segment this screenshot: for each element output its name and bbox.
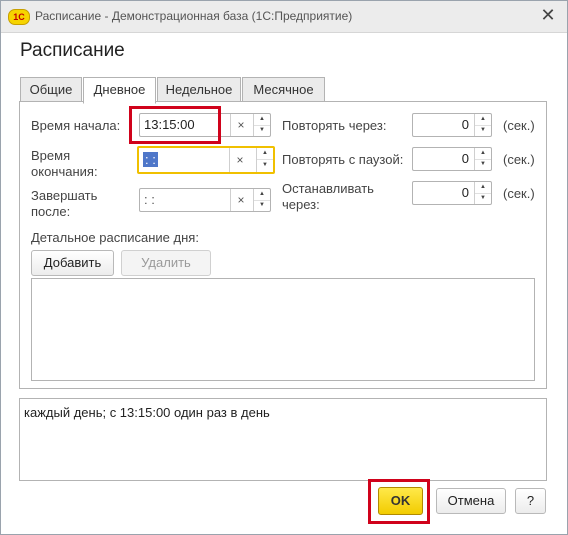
repeat-pause-value: 0: [461, 151, 469, 166]
spin-down-icon[interactable]: ▼: [254, 125, 270, 136]
title-bar: 1C Расписание - Демонстрационная база (1…: [1, 1, 567, 33]
finish-after-value: : :: [144, 192, 155, 207]
finish-after-label-line1: Завершать: [31, 188, 98, 203]
detailed-schedule-list[interactable]: [31, 278, 535, 381]
tab-daily[interactable]: Дневное: [83, 77, 156, 104]
unit-label: (сек.): [503, 152, 535, 167]
repeat-every-value: 0: [461, 117, 469, 132]
unit-label: (сек.): [503, 118, 535, 133]
tab-monthly[interactable]: Месячное: [242, 77, 325, 102]
end-time-label-line1: Время: [31, 148, 71, 163]
app-logo-icon: 1C: [8, 9, 30, 25]
add-button[interactable]: Добавить: [31, 250, 114, 276]
stop-after-field[interactable]: 0 ▲ ▼: [412, 181, 492, 205]
tab-weekly[interactable]: Недельное: [157, 77, 241, 102]
spin-down-icon[interactable]: ▼: [475, 125, 491, 136]
tab-general[interactable]: Общие: [20, 77, 82, 102]
spin-up-icon[interactable]: ▲: [257, 148, 273, 160]
detailed-schedule-label: Детальное расписание дня:: [31, 230, 199, 245]
start-time-label: Время начала:: [31, 118, 121, 133]
help-button[interactable]: ?: [515, 488, 546, 514]
spin-down-icon[interactable]: ▼: [475, 159, 491, 170]
close-button[interactable]: ✕: [539, 6, 557, 24]
cancel-button[interactable]: Отмена: [436, 488, 506, 514]
stop-after-label-line2: через:: [282, 197, 320, 212]
repeat-every-field[interactable]: 0 ▲ ▼: [412, 113, 492, 137]
finish-after-stepper[interactable]: ▲ ▼: [253, 189, 270, 211]
highlight-ok-button: [368, 479, 430, 524]
repeat-every-stepper[interactable]: ▲ ▼: [474, 114, 491, 136]
clear-icon[interactable]: ×: [230, 114, 251, 136]
schedule-summary-text: каждый день; с 13:15:00 один раз в день: [24, 405, 270, 420]
end-time-stepper[interactable]: ▲ ▼: [256, 148, 273, 172]
daily-panel: Время начала: 13:15:00 × ▲ ▼ Время оконч…: [19, 101, 547, 389]
end-time-value: : :: [143, 152, 158, 167]
stop-after-label-line1: Останавливать: [282, 181, 374, 196]
end-time-label-line2: окончания:: [31, 164, 98, 179]
spin-down-icon[interactable]: ▼: [257, 160, 273, 171]
clear-icon[interactable]: ×: [230, 189, 251, 211]
stop-after-stepper[interactable]: ▲ ▼: [474, 182, 491, 204]
dialog-window: 1C Расписание - Демонстрационная база (1…: [0, 0, 568, 535]
delete-button[interactable]: Удалить: [121, 250, 211, 276]
form-title: Расписание: [20, 40, 125, 61]
highlight-start-time: [129, 106, 221, 144]
clear-icon[interactable]: ×: [229, 148, 250, 172]
unit-label: (сек.): [503, 186, 535, 201]
repeat-pause-field[interactable]: 0 ▲ ▼: [412, 147, 492, 171]
schedule-summary: каждый день; с 13:15:00 один раз в день: [19, 398, 547, 481]
repeat-every-label: Повторять через:: [282, 118, 387, 133]
start-time-stepper[interactable]: ▲ ▼: [253, 114, 270, 136]
stop-after-value: 0: [461, 185, 469, 200]
finish-after-field[interactable]: : : × ▲ ▼: [139, 188, 271, 212]
finish-after-label-line2: после:: [31, 204, 71, 219]
spin-down-icon[interactable]: ▼: [475, 193, 491, 204]
repeat-pause-stepper[interactable]: ▲ ▼: [474, 148, 491, 170]
repeat-pause-label: Повторять с паузой:: [282, 152, 404, 167]
window-title: Расписание - Демонстрационная база (1С:П…: [35, 9, 353, 23]
end-time-field[interactable]: : : × ▲ ▼: [137, 146, 275, 174]
spin-down-icon[interactable]: ▼: [254, 200, 270, 211]
